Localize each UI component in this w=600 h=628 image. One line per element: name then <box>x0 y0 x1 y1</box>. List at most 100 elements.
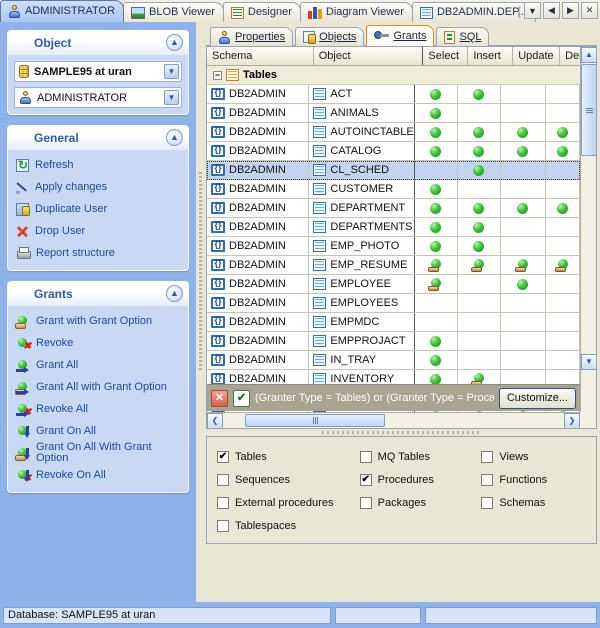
section-splitter[interactable] <box>206 429 597 436</box>
cell-insert[interactable] <box>458 199 501 217</box>
cell-schema[interactable]: DB2ADMIN <box>207 85 309 103</box>
window-tab-designer[interactable]: Designer <box>223 2 301 22</box>
database-combo[interactable]: SAMPLE95 at uran ▼ <box>14 61 182 82</box>
cell-update[interactable] <box>501 275 546 293</box>
cell-delete[interactable] <box>546 199 580 217</box>
chevron-up-icon[interactable]: ▲ <box>166 285 183 302</box>
action-grant-on-all[interactable]: Grant On All <box>14 420 182 442</box>
cell-insert[interactable] <box>458 218 501 236</box>
cell-delete[interactable] <box>546 123 580 141</box>
cell-select[interactable] <box>415 256 458 274</box>
cell-object[interactable]: DEPARTMENT <box>309 199 414 217</box>
window-tab-administrator[interactable]: ADMINISTRATOR <box>0 0 124 22</box>
checkbox-functions[interactable]: Functions <box>481 468 586 491</box>
checkbox-tablespaces[interactable]: Tablespaces <box>217 514 360 537</box>
column-header-update[interactable]: Update <box>513 47 560 65</box>
cell-update[interactable] <box>501 104 546 122</box>
checkbox-box[interactable]: ✔ <box>360 474 372 486</box>
cell-insert[interactable] <box>458 237 501 255</box>
cell-schema[interactable]: DB2ADMIN <box>207 199 309 217</box>
cell-object[interactable]: CATALOG <box>309 142 414 160</box>
table-row[interactable]: DB2ADMINEMPMDC <box>207 313 580 332</box>
scroll-left-button[interactable]: ❮ <box>207 413 223 429</box>
action-revoke-on-all[interactable]: ✖ Revoke On All <box>14 464 182 486</box>
chevron-down-icon[interactable]: ▼ <box>164 64 179 79</box>
cell-object[interactable]: ACT <box>309 85 414 103</box>
scroll-up-button[interactable]: ▲ <box>581 47 597 63</box>
table-row[interactable]: DB2ADMINEMP_PHOTO <box>207 237 580 256</box>
checkbox-box[interactable] <box>481 474 493 486</box>
cell-update[interactable] <box>501 123 546 141</box>
action-grant-all[interactable]: Grant All <box>14 354 182 376</box>
cell-select[interactable] <box>415 142 458 160</box>
cell-delete[interactable] <box>546 85 580 103</box>
cell-update[interactable] <box>501 313 546 331</box>
window-tab-blob-viewer[interactable]: BLOB Viewer <box>123 2 224 22</box>
cell-object[interactable]: EMP_PHOTO <box>309 237 414 255</box>
action-grant-with-grant-option[interactable]: Grant with Grant Option <box>14 310 182 332</box>
column-header-object[interactable]: Object <box>314 47 424 65</box>
action-report-structure[interactable]: Report structure <box>14 242 182 264</box>
filter-clear-button[interactable]: ✕ <box>211 390 228 407</box>
cell-select[interactable] <box>415 123 458 141</box>
cell-select[interactable] <box>415 85 458 103</box>
table-row[interactable]: DB2ADMINEMPLOYEES <box>207 294 580 313</box>
table-row[interactable]: DB2ADMINACT <box>207 85 580 104</box>
cell-object[interactable]: CUSTOMER <box>309 180 414 198</box>
cell-delete[interactable] <box>546 332 580 350</box>
tab-sql[interactable]: SQL <box>436 27 489 46</box>
cell-delete[interactable] <box>546 142 580 160</box>
table-row[interactable]: DB2ADMININ_TRAY <box>207 351 580 370</box>
action-refresh[interactable]: Refresh <box>14 154 182 176</box>
column-header-select[interactable]: Select <box>423 47 468 65</box>
cell-object[interactable]: CL_SCHED <box>309 161 414 179</box>
checkbox-tables[interactable]: ✔ Tables <box>217 445 360 468</box>
action-duplicate-user[interactable]: Duplicate User <box>14 198 182 220</box>
cell-object[interactable]: IN_TRAY <box>309 351 414 369</box>
scroll-right-button[interactable]: ❯ <box>564 413 580 429</box>
cell-schema[interactable]: DB2ADMIN <box>207 142 309 160</box>
checkbox-box[interactable] <box>217 520 229 532</box>
cell-schema[interactable]: DB2ADMIN <box>207 313 309 331</box>
cell-delete[interactable] <box>546 161 580 179</box>
cell-schema[interactable]: DB2ADMIN <box>207 180 309 198</box>
vertical-scroll-thumb[interactable] <box>581 64 597 156</box>
cell-insert[interactable] <box>458 161 501 179</box>
general-panel-header[interactable]: General ▲ <box>8 126 188 150</box>
table-row[interactable]: DB2ADMINCUSTOMER <box>207 180 580 199</box>
checkbox-schemas[interactable]: Schemas <box>481 491 586 514</box>
tab-prev-button[interactable]: ◀ <box>543 2 560 19</box>
grid-horizontal-scrollbar[interactable]: ❮ ❯ <box>207 412 580 428</box>
cell-schema[interactable]: DB2ADMIN <box>207 237 309 255</box>
cell-object[interactable]: EMPLOYEE <box>309 275 414 293</box>
cell-object[interactable]: EMPLOYEES <box>309 294 414 312</box>
customize-button[interactable]: Customize... <box>499 388 576 409</box>
cell-insert[interactable] <box>458 142 501 160</box>
checkbox-box[interactable] <box>481 451 493 463</box>
cell-delete[interactable] <box>546 313 580 331</box>
horizontal-scroll-thumb[interactable] <box>245 414 385 427</box>
checkbox-packages[interactable]: Packages <box>360 491 482 514</box>
tab-next-button[interactable]: ▶ <box>562 2 579 19</box>
cell-update[interactable] <box>501 351 546 369</box>
table-row[interactable]: DB2ADMINEMP_RESUME <box>207 256 580 275</box>
action-drop-user[interactable]: Drop User <box>14 220 182 242</box>
cell-update[interactable] <box>501 294 546 312</box>
checkbox-procedures[interactable]: ✔ Procedures <box>360 468 482 491</box>
tab-grants[interactable]: Grants <box>366 25 434 46</box>
cell-schema[interactable]: DB2ADMIN <box>207 161 309 179</box>
checkbox-box[interactable] <box>481 497 493 509</box>
cell-select[interactable] <box>415 332 458 350</box>
cell-schema[interactable]: DB2ADMIN <box>207 218 309 236</box>
checkbox-sequences[interactable]: Sequences <box>217 468 360 491</box>
action-grant-on-all-with-grant-option[interactable]: Grant On All With Grant Option <box>14 442 182 464</box>
cell-insert[interactable] <box>458 294 501 312</box>
table-row[interactable]: DB2ADMINAUTOINCTABLE <box>207 123 580 142</box>
action-revoke-all[interactable]: ✖ Revoke All <box>14 398 182 420</box>
cell-delete[interactable] <box>546 237 580 255</box>
filter-enable-checkbox[interactable]: ✔ <box>233 390 250 407</box>
cell-update[interactable] <box>501 218 546 236</box>
object-panel-header[interactable]: Object ▲ <box>8 31 188 55</box>
cell-select[interactable] <box>415 218 458 236</box>
window-tab-diagram-viewer[interactable]: Diagram Viewer <box>300 2 413 22</box>
